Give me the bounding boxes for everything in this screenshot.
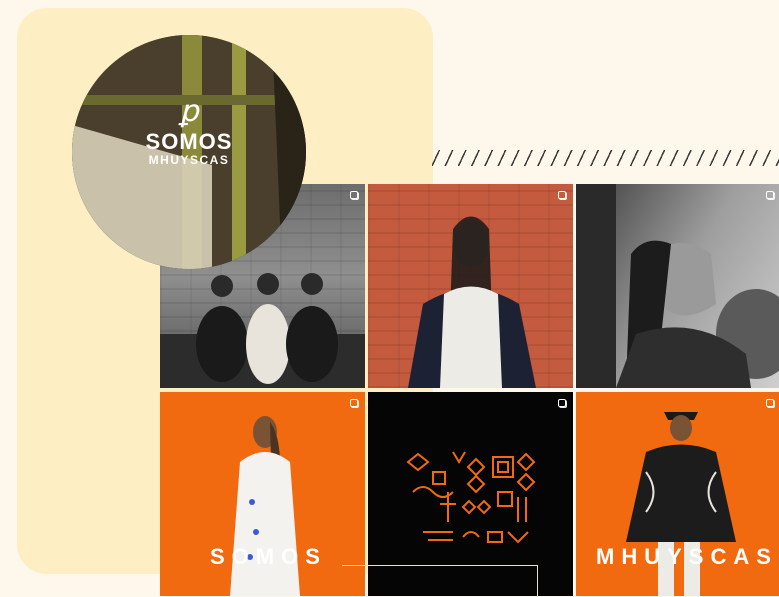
multiple-images-icon — [350, 399, 358, 407]
post-tile-mhuyscas[interactable]: MHUYSCAS — [576, 392, 779, 596]
multiple-images-icon — [766, 399, 774, 407]
logo-line-1: SOMOS — [145, 129, 233, 154]
connector-line — [342, 565, 538, 566]
multiple-images-icon — [558, 399, 566, 407]
connector-line — [537, 565, 538, 597]
woman-photo — [408, 216, 536, 388]
post-tile-woman[interactable] — [368, 184, 573, 388]
profile-avatar[interactable]: ꝑ SOMOS MHUYSCAS — [72, 35, 306, 269]
post-tile-man[interactable] — [576, 184, 779, 388]
logo-line-2: MHUYSCAS — [148, 153, 230, 167]
mhuyscas-word: MHUYSCAS — [596, 544, 778, 569]
somos-word: SOMOS — [210, 544, 327, 569]
diagonal-hatch-decoration — [432, 150, 779, 166]
multiple-images-icon — [766, 191, 774, 199]
somos-mhuyscas-logo: ꝑ SOMOS MHUYSCAS — [72, 94, 306, 168]
brand-mark-icon: ꝑ — [179, 94, 199, 129]
man-photo — [576, 184, 779, 388]
post-tile-somos[interactable]: SOMOS — [160, 392, 365, 596]
multiple-images-icon — [558, 191, 566, 199]
multiple-images-icon — [350, 191, 358, 199]
